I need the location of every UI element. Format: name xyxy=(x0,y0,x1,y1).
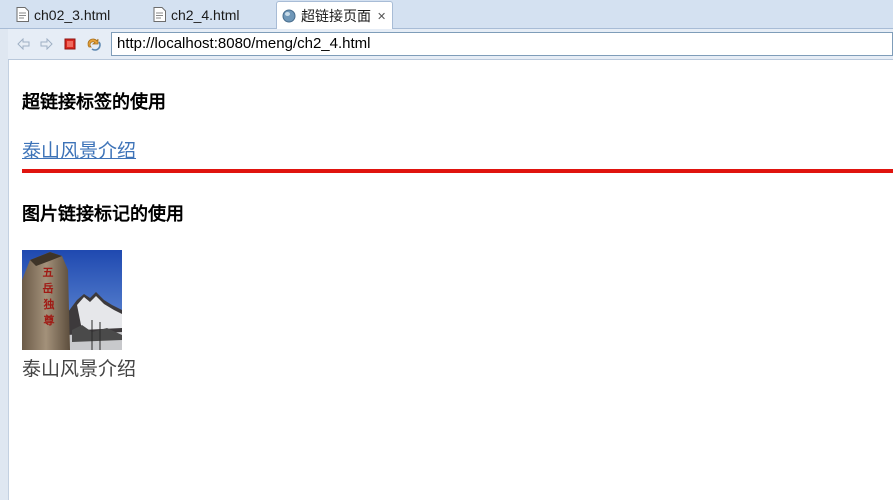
url-input[interactable]: http://localhost:8080/meng/ch2_4.html xyxy=(111,32,893,56)
svg-text:尊: 尊 xyxy=(44,313,55,327)
editor-gutter xyxy=(0,29,9,500)
globe-icon xyxy=(281,8,297,24)
svg-text:五: 五 xyxy=(43,266,54,279)
taishan-intro-link[interactable]: 泰山风景介绍 xyxy=(22,136,136,163)
taishan-photo: 五 岳 独 尊 xyxy=(22,250,122,350)
heading-hyperlink-tag: 超链接标签的使用 xyxy=(22,92,166,113)
stop-icon[interactable] xyxy=(62,36,78,52)
taishan-image-link[interactable]: 五 岳 独 尊 xyxy=(22,250,122,350)
svg-text:岳: 岳 xyxy=(43,281,54,295)
red-divider xyxy=(22,169,893,173)
heading-image-link: 图片链接标记的使用 xyxy=(22,204,184,225)
back-arrow-icon[interactable] xyxy=(16,36,32,52)
tab-bar: ch02_3.html ch2_4.html 超链接页面 ✕ xyxy=(0,0,893,30)
tab-hyperlink-page[interactable]: 超链接页面 ✕ xyxy=(276,1,394,30)
svg-text:独: 独 xyxy=(43,297,55,311)
tab-ch02-3[interactable]: ch02_3.html xyxy=(14,2,110,27)
close-icon[interactable]: ✕ xyxy=(377,10,386,23)
forward-arrow-icon[interactable] xyxy=(38,36,54,52)
tab-ch2-4[interactable]: ch2_4.html xyxy=(151,2,239,27)
tab-label: 超链接页面 xyxy=(301,8,371,24)
html-file-icon xyxy=(14,7,30,23)
html-file-icon xyxy=(151,7,167,23)
browser-toolbar: http://localhost:8080/meng/ch2_4.html xyxy=(8,29,893,60)
refresh-icon[interactable] xyxy=(86,36,102,52)
tab-label: ch2_4.html xyxy=(171,6,240,23)
tab-label: ch02_3.html xyxy=(34,6,111,23)
image-caption: 泰山风景介绍 xyxy=(22,358,137,380)
